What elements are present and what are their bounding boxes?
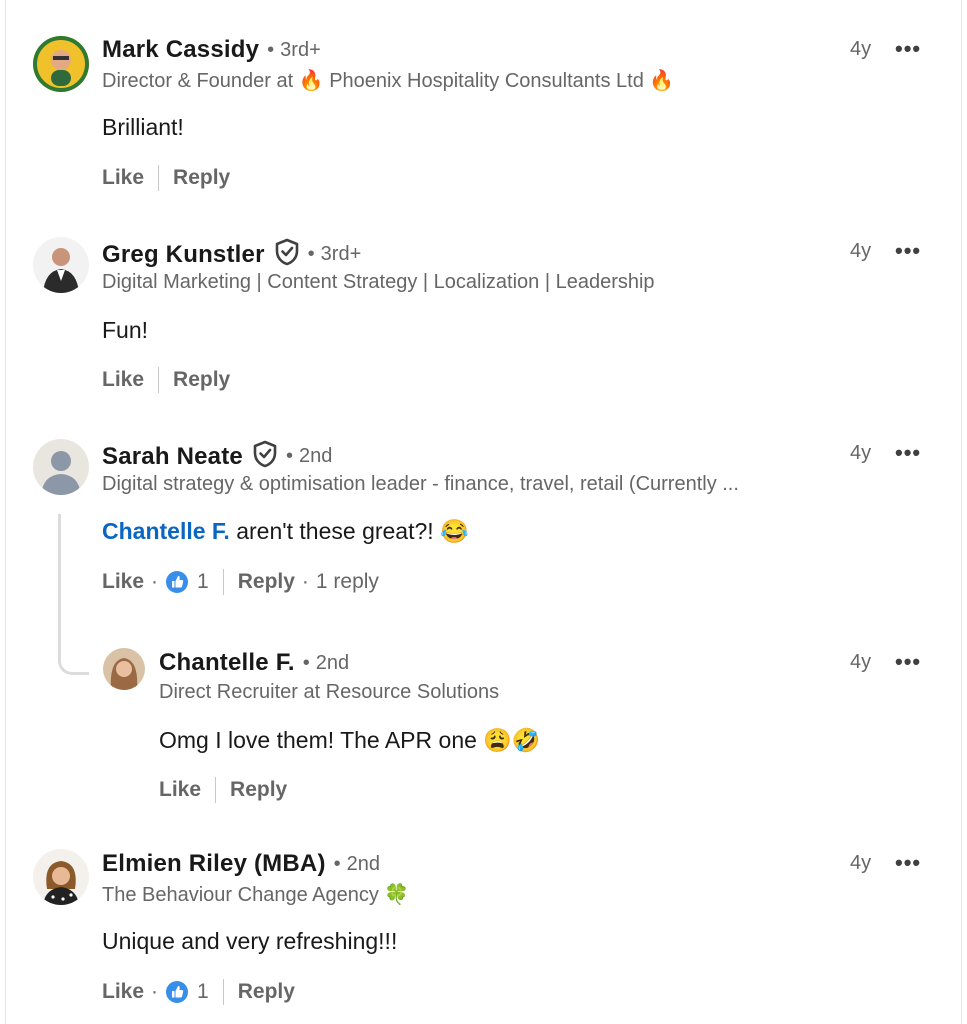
author-name[interactable]: Greg Kunstler: [102, 241, 265, 269]
author-line: Elmien Riley (MBA) • 2nd: [102, 850, 380, 878]
timestamp: 4y: [850, 852, 872, 874]
like-reaction-icon[interactable]: [165, 570, 189, 594]
comment-text: Omg I love them! The APR one 😩🤣: [159, 727, 541, 753]
like-button[interactable]: Like: [102, 980, 144, 1004]
separator-dot: ·: [151, 570, 159, 593]
timestamp: 4y: [850, 38, 872, 60]
like-button[interactable]: Like: [102, 166, 144, 190]
comment-actions: Like Reply: [102, 165, 230, 191]
reply-button[interactable]: Reply: [173, 166, 230, 190]
comment-text: Fun!: [102, 317, 149, 343]
thread-connector-line: [58, 514, 89, 675]
panel-border-left: [5, 0, 6, 1024]
reply-button[interactable]: Reply: [173, 368, 230, 392]
author-line: Chantelle F. • 2nd: [159, 649, 349, 677]
like-button[interactable]: Like: [102, 368, 144, 392]
comment-text: Chantelle F. aren't these great?! 😂: [102, 518, 469, 545]
like-reaction-icon[interactable]: [165, 980, 189, 1004]
more-options-icon[interactable]: •••: [895, 38, 921, 60]
action-divider: [222, 979, 224, 1005]
avatar[interactable]: [33, 439, 89, 495]
connection-degree: • 3rd+: [267, 38, 321, 61]
action-divider: [222, 569, 224, 595]
like-button[interactable]: Like: [159, 778, 201, 802]
connection-degree: • 2nd: [302, 651, 350, 674]
more-options-icon[interactable]: •••: [895, 651, 921, 673]
connection-degree: • 2nd: [333, 852, 381, 875]
verified-shield-icon: [252, 440, 278, 473]
action-divider: [215, 777, 217, 803]
action-divider: [158, 165, 160, 191]
reply-button[interactable]: Reply: [238, 570, 295, 594]
like-button[interactable]: Like: [102, 570, 144, 594]
author-headline: Digital strategy & optimisation leader -…: [102, 473, 739, 495]
reply-button[interactable]: Reply: [238, 980, 295, 1004]
separator-dot: ·: [151, 980, 159, 1003]
timestamp: 4y: [850, 651, 872, 673]
reaction-count[interactable]: 1: [197, 570, 209, 594]
comment-text: Brilliant!: [102, 114, 184, 140]
panel-border-right: [961, 0, 962, 1024]
avatar[interactable]: [33, 237, 89, 293]
connection-degree: • 3rd+: [307, 243, 362, 265]
author-line: Sarah Neate • 2nd: [102, 440, 332, 473]
more-options-icon[interactable]: •••: [895, 852, 921, 874]
more-options-icon[interactable]: •••: [895, 240, 921, 262]
action-divider: [158, 367, 160, 393]
author-name[interactable]: Mark Cassidy: [102, 36, 259, 64]
author-headline: The Behaviour Change Agency 🍀: [102, 884, 410, 906]
author-name[interactable]: Sarah Neate: [102, 443, 243, 471]
author-line: Mark Cassidy • 3rd+: [102, 36, 321, 64]
reaction-count[interactable]: 1: [197, 980, 209, 1004]
reply-button[interactable]: Reply: [230, 778, 287, 802]
author-headline: Direct Recruiter at Resource Solutions: [159, 681, 500, 703]
reply-count-link[interactable]: 1 reply: [316, 570, 379, 594]
comment-text: Unique and very refreshing!!!: [102, 928, 398, 954]
comment-actions: Like Reply: [102, 367, 230, 393]
more-options-icon[interactable]: •••: [895, 442, 921, 464]
timestamp: 4y: [850, 240, 872, 262]
avatar[interactable]: [33, 849, 89, 905]
comment-text-body: aren't these great?! 😂: [229, 518, 469, 544]
author-name[interactable]: Chantelle F.: [159, 649, 295, 677]
comment-actions: Like · 1 Reply · 1 reply: [102, 569, 379, 595]
author-line: Greg Kunstler • 3rd+: [102, 238, 361, 271]
verified-shield-icon: [274, 238, 300, 271]
comment-actions: Like Reply: [159, 777, 287, 803]
author-headline: Director & Founder at 🔥 Phoenix Hospital…: [102, 70, 675, 92]
author-headline: Digital Marketing | Content Strategy | L…: [102, 271, 655, 293]
avatar[interactable]: [103, 648, 145, 690]
author-name[interactable]: Elmien Riley (MBA): [102, 850, 326, 878]
comment-actions: Like · 1 Reply: [102, 979, 295, 1005]
connection-degree: • 2nd: [285, 445, 333, 467]
separator-dot: ·: [301, 570, 309, 593]
avatar[interactable]: [33, 36, 89, 92]
mention-link[interactable]: Chantelle F.: [102, 518, 230, 544]
timestamp: 4y: [850, 442, 872, 464]
